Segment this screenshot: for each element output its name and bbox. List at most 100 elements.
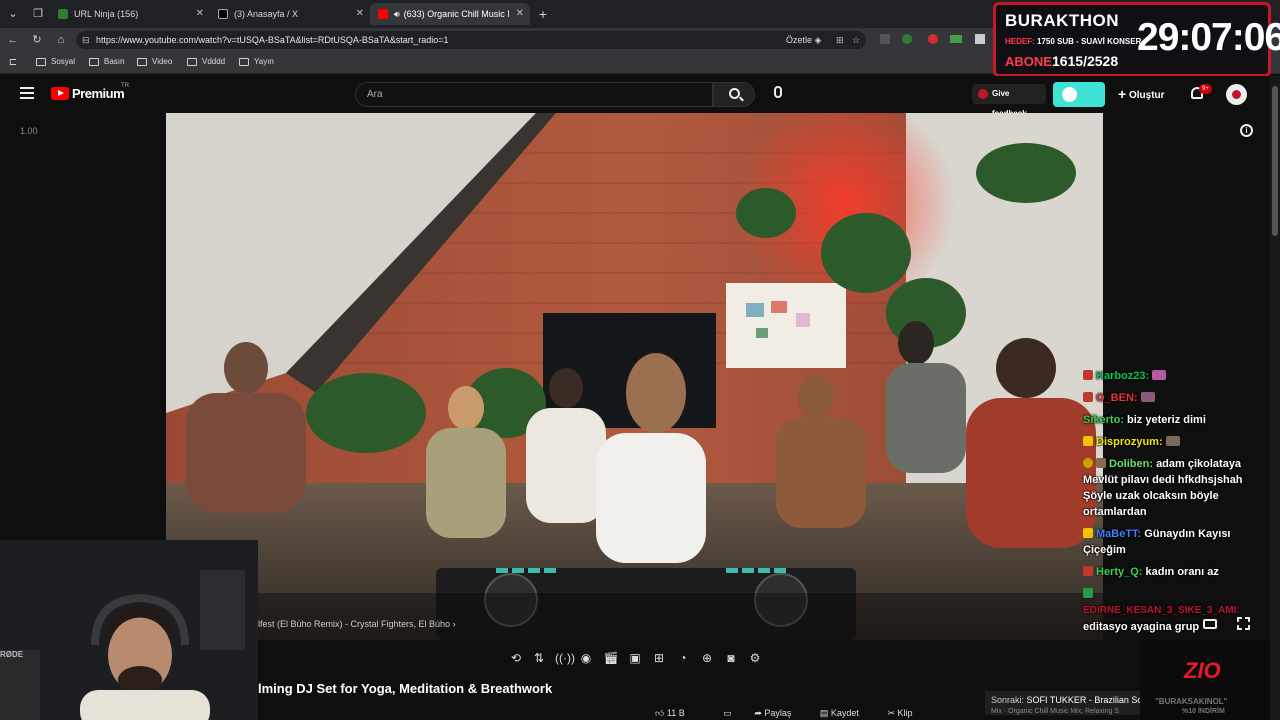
bookmark-folder[interactable]: Yayın	[239, 57, 274, 66]
extension-toggle-button[interactable]	[1053, 82, 1105, 107]
speaker-icon[interactable]: 🔊︎	[394, 9, 400, 20]
action-row: 👍︎ 11 B ▭ ➦ Paylaş ▤ Kaydet ✂ Klip	[655, 708, 913, 719]
folder-icon	[137, 57, 147, 66]
tab-url-ninja[interactable]: URL Ninja (156) ✕	[50, 3, 210, 25]
home-icon[interactable]: ⌂	[54, 33, 68, 47]
folder-icon	[239, 57, 249, 66]
goal-label: HEDEF:	[1005, 37, 1035, 46]
extension-icon[interactable]	[880, 34, 890, 44]
search-button[interactable]	[713, 82, 755, 107]
scrollbar-thumb[interactable]	[1272, 86, 1278, 236]
extension-icon[interactable]	[902, 34, 912, 44]
clapper-icon[interactable]: 🎬︎	[603, 651, 619, 665]
workspaces-icon[interactable]: ❐	[31, 7, 45, 21]
fullscreen-icon[interactable]	[1237, 617, 1250, 630]
overlay-goal: HEDEF: 1750 SUB - SUAVİ KONSER	[1005, 37, 1141, 46]
summarize-button[interactable]: Özetle ◈	[786, 31, 821, 49]
broadcast-icon[interactable]: ((·))	[555, 651, 575, 665]
tab-x[interactable]: (3) Anasayfa / X ✕	[210, 3, 370, 25]
miniplayer-icon[interactable]	[1203, 619, 1217, 629]
like-count: 11 B	[666, 708, 685, 718]
summarize-label: Özetle	[786, 35, 813, 45]
clip-button[interactable]: ✂ Klip	[887, 708, 912, 718]
new-tab-icon[interactable]: +	[536, 7, 550, 21]
bookmark-folder[interactable]: Video	[137, 57, 172, 66]
overlay-subs: ABONE1615/2528	[1005, 53, 1118, 69]
camera-icon[interactable]: ◙	[723, 651, 739, 665]
x-favicon-icon	[218, 9, 228, 19]
split-screen-icon[interactable]: ⊞	[836, 31, 844, 49]
reading-list-icon[interactable]: ⊏	[6, 56, 20, 70]
toggle-knob	[1062, 87, 1077, 102]
reload-icon[interactable]: ↻	[30, 33, 44, 47]
player-controls-bar: ⟲ ⇅ ((·)) ◉ 🎬︎ ▣ ⊞ ◔ ⊕ ◙ ⚙	[258, 640, 1270, 676]
share-button[interactable]: ➦ Paylaş	[754, 708, 791, 718]
eye-icon[interactable]: ◉	[578, 651, 594, 665]
search-input[interactable]: Ara	[355, 82, 713, 107]
chat-badge-icon	[1083, 588, 1093, 598]
feedback-icon	[978, 89, 988, 99]
tab-label: (3) Anasayfa / X	[234, 9, 299, 19]
premium-logo[interactable]: Premium	[72, 86, 125, 101]
add-box-icon[interactable]: ⊕	[699, 651, 715, 665]
extension-icon[interactable]	[928, 34, 938, 44]
page-scrollbar[interactable]	[1270, 76, 1280, 720]
info-icon[interactable]: i	[1240, 124, 1253, 137]
up-next-label: Sonraki:	[991, 695, 1025, 705]
folder-icon	[89, 57, 99, 66]
chat-user: Doliben:	[1109, 458, 1153, 470]
close-tab-icon[interactable]: ✕	[516, 8, 524, 19]
tab-youtube[interactable]: 🔊︎ (633) Organic Chill Music Mix ✕	[370, 3, 530, 25]
sort-icon[interactable]: ⇅	[531, 651, 547, 665]
chat-user: Karboz23:	[1096, 370, 1150, 382]
back-icon[interactable]: ←	[6, 33, 20, 47]
up-next-card[interactable]: Sonraki: SOFI TUKKER - Brazilian So Mix …	[985, 691, 1143, 715]
menu-icon[interactable]	[20, 87, 34, 99]
subs-label: ABONE	[1005, 54, 1052, 69]
chat-user: Sikerto:	[1083, 414, 1124, 426]
close-tab-icon[interactable]: ✕	[356, 8, 364, 19]
like-button[interactable]: 👍︎ 11 B	[655, 708, 685, 718]
video-player[interactable]: lfest (El Búho Remix) - Crystal Fighters…	[166, 113, 1103, 640]
notification-badge: 9+	[1199, 84, 1212, 94]
avatar[interactable]	[1226, 84, 1247, 105]
film-icon[interactable]: ⊞	[651, 651, 667, 665]
url-ninja-favicon-icon	[58, 9, 68, 19]
extension-icon[interactable]	[950, 35, 962, 43]
microphone-icon[interactable]	[774, 86, 782, 98]
create-button[interactable]: + Oluştur	[1118, 86, 1165, 102]
chat-overlay: Karboz23: O_BEN: Sikerto: biz yeteriz di…	[1083, 368, 1273, 641]
youtube-header: Premium TR Ara Give feedback + Oluştur 9…	[0, 76, 1270, 118]
tab-search-icon[interactable]: ⌄	[6, 7, 20, 21]
settings-gear-icon[interactable]: ⚙	[747, 651, 763, 665]
save-to-playlist-icon[interactable]: ▭	[723, 708, 732, 718]
bookmark-folder[interactable]: Vdddd	[187, 57, 225, 66]
overlay-timer: 29:07:06	[1137, 16, 1280, 59]
share-label: Paylaş	[764, 708, 792, 718]
create-label: Oluştur	[1128, 90, 1165, 101]
bookmark-folder[interactable]: Sosyal	[36, 57, 75, 66]
video-frame	[166, 113, 1103, 640]
emote-icon	[1140, 392, 1155, 402]
emote-icon	[1165, 436, 1180, 446]
bookmark-folder[interactable]: Basın	[89, 57, 124, 66]
now-playing-label[interactable]: lfest (El Búho Remix) - Crystal Fighters…	[258, 619, 456, 629]
save-button[interactable]: ▤ Kaydet	[820, 708, 859, 718]
favorite-star-icon[interactable]: ☆	[852, 31, 860, 49]
loop-icon[interactable]: ⟲	[508, 651, 524, 665]
plus-icon: +	[1118, 86, 1127, 102]
speed-icon[interactable]: ◔	[675, 651, 691, 665]
bookmark-label: Sosyal	[51, 57, 76, 66]
youtube-logo-icon[interactable]	[51, 87, 69, 100]
chat-badge-icon	[1083, 528, 1093, 538]
bookmark-label: Yayın	[254, 57, 274, 66]
subs-value: 1615/2528	[1051, 53, 1119, 69]
clip-label: Klip	[897, 708, 913, 718]
url-text: https://www.youtube.com/watch?v=tUSQA-BS…	[96, 35, 449, 45]
promo-code: "BURAKSAKINOL"	[1155, 697, 1228, 706]
extension-icon[interactable]	[975, 34, 985, 44]
address-bar[interactable]: ⊟ https://www.youtube.com/watch?v=tUSQA-…	[76, 31, 866, 49]
close-tab-icon[interactable]: ✕	[196, 8, 204, 19]
give-feedback-button[interactable]: Give feedback	[972, 84, 1046, 118]
picture-icon[interactable]: ▣	[627, 651, 643, 665]
